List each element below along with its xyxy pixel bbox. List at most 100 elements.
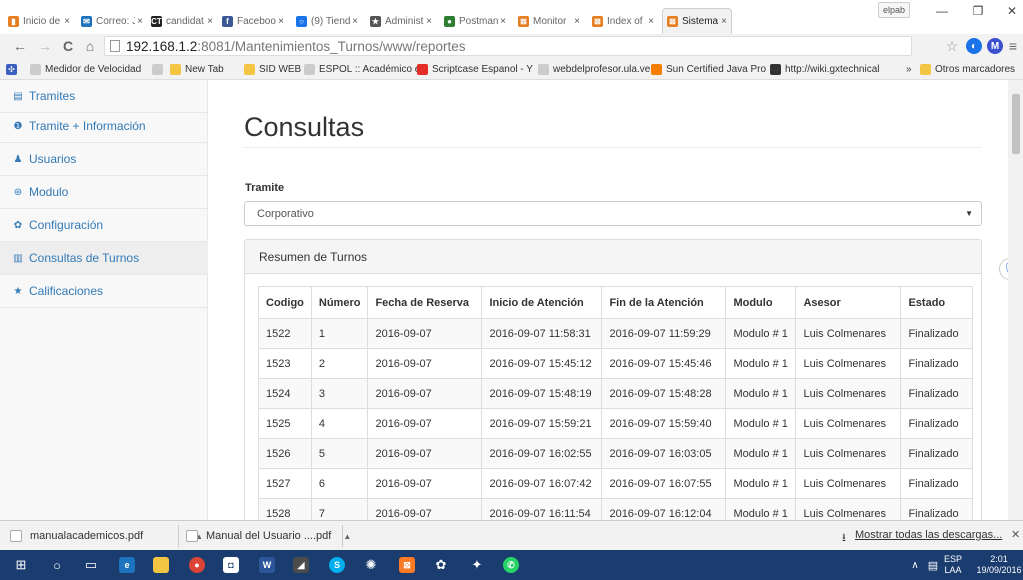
whatsapp-icon[interactable]: ✆ — [502, 556, 520, 574]
tab-close-icon[interactable]: × — [648, 16, 654, 27]
column-header[interactable]: Inicio de Atención — [481, 286, 603, 319]
sidebar-item-consultas-de-turnos[interactable]: ▥ Consultas de Turnos — [0, 242, 208, 275]
sidebar-item-tramite-informacion[interactable]: ❶ Tramite + Información — [0, 110, 208, 143]
extension-icon[interactable]: ◐ — [966, 38, 982, 54]
browser-tab[interactable]: ⊠ Sistema × — [662, 8, 732, 34]
sublime-icon[interactable]: ◢ — [292, 556, 310, 574]
sidebar-item-usuarios[interactable]: ♟ Usuarios — [0, 143, 208, 176]
tab-close-icon[interactable]: × — [721, 16, 727, 27]
bookmark-star-icon[interactable]: ☆ — [944, 37, 960, 55]
bookmark-item[interactable]: http://wiki.gxtechnical — [770, 61, 880, 77]
sidebar-item-calificaciones[interactable]: ★ Calificaciones — [0, 275, 208, 308]
apps-icon[interactable]: ✣ — [6, 61, 21, 77]
table-cell: 2016-09-07 16:11:54 — [481, 498, 603, 520]
bookmark-item[interactable]: Sun Certified Java Pro — [651, 61, 766, 77]
tab-close-icon[interactable]: × — [207, 16, 213, 27]
file-explorer-icon[interactable] — [152, 556, 170, 574]
task-view-icon[interactable]: ▭ — [82, 556, 100, 574]
tab-close-icon[interactable]: × — [500, 16, 506, 27]
column-header[interactable]: Fecha de Reserva — [367, 286, 483, 319]
tab-close-icon[interactable]: × — [352, 16, 358, 27]
bookmark-item[interactable]: Medidor de Velocidad — [30, 61, 141, 77]
tab-close-icon[interactable]: × — [426, 16, 432, 27]
browser-tab[interactable]: f Faceboo × — [218, 8, 288, 34]
close-icon[interactable]: ✕ — [1011, 528, 1020, 541]
sidebar-item-configuracion[interactable]: ✿ Configuración — [0, 209, 208, 242]
download-item-label: manualacademicos.pdf — [30, 530, 144, 542]
show-all-downloads-link[interactable]: Mostrar todas las descargas... — [855, 529, 1002, 541]
column-header[interactable]: Número — [310, 286, 369, 319]
table-row: 1522 1 2016-09-07 2016-09-07 11:58:31 2016-0… — [258, 318, 974, 349]
browser-tab[interactable]: ● Postman × — [440, 8, 510, 34]
windows-taskbar: ⊞ ○ ▭ e ● ◘ W ◢ S ✺ ⊠ ✿ ✦ ✆ ∧ ▤ ESP LAA … — [0, 550, 1023, 580]
reload-icon[interactable]: C — [60, 37, 76, 55]
bookmark-item[interactable] — [152, 61, 167, 77]
browser-tab[interactable]: ○ (9) Tiend × — [292, 8, 362, 34]
tab-close-icon[interactable]: × — [574, 16, 580, 27]
bookmark-label: ESPOL :: Académico e — [319, 63, 421, 75]
chevron-up-icon[interactable]: ▲ — [343, 532, 351, 541]
table-row: 1525 4 2016-09-07 2016-09-07 15:59:21 2016-0… — [258, 408, 974, 439]
profile-chip[interactable]: elpab — [878, 2, 910, 18]
column-header[interactable]: Fin de la Atención — [601, 286, 727, 319]
scrollbar-thumb[interactable] — [1012, 94, 1020, 154]
tab-close-icon[interactable]: × — [64, 16, 70, 27]
home-icon[interactable]: ⌂ — [82, 37, 98, 55]
bookmark-item[interactable]: New Tab — [170, 61, 224, 77]
skype-icon[interactable]: S — [328, 556, 346, 574]
browser-tab[interactable]: ▮ Inicio de × — [4, 8, 74, 34]
column-header[interactable]: Codigo — [258, 286, 312, 319]
eclipse-icon[interactable]: ✦ — [468, 556, 486, 574]
browser-tab[interactable]: ✉ Correo: J × — [77, 8, 147, 34]
sidebar-item-modulo[interactable]: ⊛ Modulo — [0, 176, 208, 209]
tab-close-icon[interactable]: × — [137, 16, 143, 27]
column-header[interactable]: Modulo — [725, 286, 797, 319]
forward-icon[interactable]: → — [37, 37, 53, 55]
tray-chevron-up-icon[interactable]: ∧ — [906, 556, 924, 574]
tab-close-icon[interactable]: × — [278, 16, 284, 27]
sidebar-item-label: Configuración — [29, 218, 104, 232]
menu-icon[interactable]: ≡ — [1005, 37, 1021, 55]
tray-clock[interactable]: 2:01 19/09/2016 — [976, 554, 1022, 576]
xampp-icon[interactable]: ⊠ — [398, 556, 416, 574]
table-cell: 2016-09-07 — [367, 318, 483, 349]
column-header[interactable]: Estado — [900, 286, 974, 319]
tramite-select[interactable]: Corporativo ▼ — [244, 201, 982, 226]
browser-tab[interactable]: ⊠ Monitor × — [514, 8, 584, 34]
notification-icon[interactable]: ▤ — [924, 556, 942, 574]
column-header[interactable]: Asesor — [795, 286, 902, 319]
new-tab-button[interactable] — [752, 8, 864, 34]
windows-start-icon[interactable]: ⊞ — [12, 556, 30, 574]
table-cell: 3 — [310, 378, 369, 409]
extension-m-icon[interactable]: M — [987, 38, 1003, 54]
page-scrollbar[interactable] — [1008, 80, 1023, 520]
url-input[interactable]: 192.168.1.2:8081/Mantenimientos_Turnos/w… — [104, 36, 912, 56]
other-bookmarks[interactable]: Otros marcadores — [920, 61, 1015, 77]
browser-tab[interactable]: CT candidat × — [147, 8, 217, 34]
word-icon[interactable]: W — [258, 556, 276, 574]
maximize-icon[interactable]: ❐ — [968, 4, 988, 18]
back-icon[interactable]: ← — [12, 37, 28, 55]
edge-icon[interactable]: e — [118, 556, 136, 574]
bookmark-item[interactable]: Scriptcase Espanol - Y — [417, 61, 533, 77]
browser-tab[interactable]: ⊠ Index of × — [588, 8, 658, 34]
chrome-icon[interactable]: ● — [188, 556, 206, 574]
download-item[interactable]: Manual del Usuario ....pdf ▲ — [186, 525, 351, 547]
tab-favicon-icon: ✉ — [81, 15, 92, 27]
tray-date: 19/09/2016 — [976, 565, 1022, 575]
minimize-icon[interactable]: — — [932, 4, 952, 18]
search-icon[interactable]: ○ — [48, 556, 66, 574]
close-window-icon[interactable]: ✕ — [1002, 4, 1022, 18]
bookmark-item[interactable]: ESPOL :: Académico e — [304, 61, 420, 77]
tray-language[interactable]: ESP LAA — [944, 554, 962, 576]
store-icon[interactable]: ◘ — [222, 556, 240, 574]
bookmark-item[interactable]: SID WEB — [244, 61, 301, 77]
browser-tab[interactable]: ★ Administ × — [366, 8, 436, 34]
gear-icon[interactable]: ✿ — [432, 556, 450, 574]
download-item[interactable]: manualacademicos.pdf ▲ — [10, 525, 203, 547]
settings-gear-icon[interactable]: ✺ — [362, 556, 380, 574]
table-icon: ▤ — [13, 90, 23, 102]
bookmark-item[interactable]: webdelprofesor.ula.ve — [538, 61, 650, 77]
bookmarks-overflow[interactable]: » — [906, 61, 912, 77]
sidebar-item-tramites[interactable]: ▤ Tramites — [0, 80, 208, 113]
